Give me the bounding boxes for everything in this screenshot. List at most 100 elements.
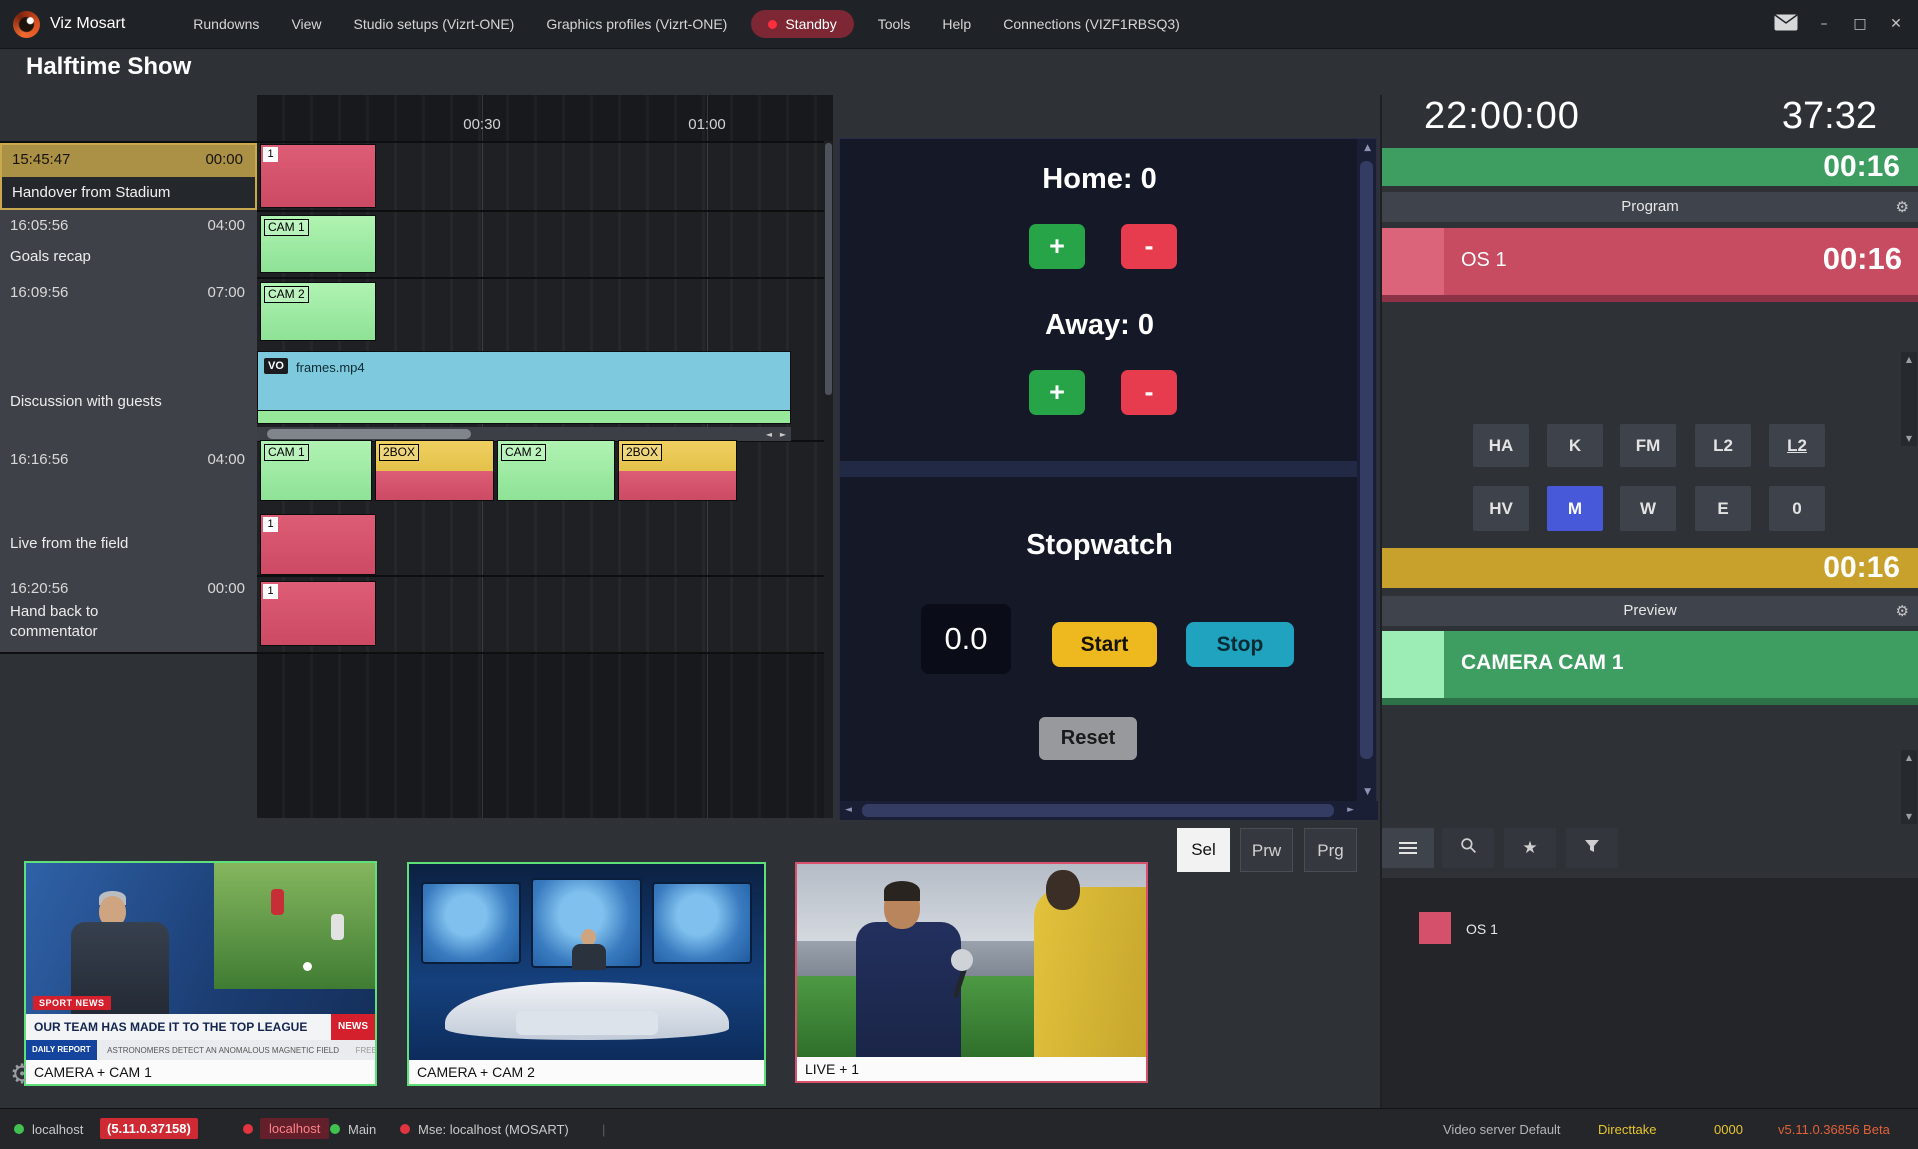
scrollbar-thumb[interactable] <box>267 429 471 439</box>
away-plus-button[interactable]: + <box>1029 370 1085 415</box>
keyer-button-l2-alt[interactable]: L2 <box>1769 424 1825 467</box>
messages-envelope-icon[interactable] <box>1774 14 1798 34</box>
tab-search[interactable] <box>1442 828 1494 868</box>
home-plus-button[interactable]: + <box>1029 224 1085 269</box>
monitor-tab-prw[interactable]: Prw <box>1240 828 1293 872</box>
menu-view[interactable]: View <box>275 9 337 39</box>
clip-take-1[interactable]: 1 <box>260 514 376 575</box>
interviewee-figure <box>856 922 961 1057</box>
scroll-left-icon[interactable]: ◄ <box>766 430 772 439</box>
clip-cam2[interactable]: CAM 2 <box>260 282 376 341</box>
clip-label: CAM 1 <box>264 444 309 461</box>
home-minus-button[interactable]: - <box>1121 224 1177 269</box>
host-badge: localhost <box>260 1118 329 1139</box>
program-source-label: OS 1 <box>1461 249 1507 272</box>
keyer-button-e[interactable]: E <box>1695 486 1751 531</box>
scroll-down-icon[interactable]: ▼ <box>1364 787 1371 797</box>
scroll-up-icon[interactable]: ▲ <box>1901 753 1917 762</box>
video-server-label: Video server Default <box>1443 1122 1561 1137</box>
clip-label: CAM 2 <box>501 444 546 461</box>
menu-rundowns[interactable]: Rundowns <box>177 9 275 39</box>
story-duration: 04:00 <box>207 451 245 468</box>
timeline-vertical-scrollbar[interactable] <box>824 141 833 818</box>
news-flag: NEWS <box>331 1014 375 1040</box>
keyer-button-k[interactable]: K <box>1547 424 1603 467</box>
statusbar-separator: | <box>602 1122 605 1137</box>
asset-list: OS 1 <box>1382 878 1918 1108</box>
clip-cam1[interactable]: CAM 1 <box>260 440 372 501</box>
asset-list-item[interactable]: OS 1 <box>1466 921 1498 937</box>
scroll-down-icon[interactable]: ▼ <box>1901 434 1917 443</box>
anchor-figure <box>572 944 606 970</box>
scrollbar-thumb[interactable] <box>862 804 1334 817</box>
monitor-tab-prg[interactable]: Prg <box>1304 828 1357 872</box>
interviewee-figure <box>884 881 920 901</box>
clip-take-1[interactable]: 1 <box>260 581 376 646</box>
monitor-tab-sel[interactable]: Sel <box>1177 828 1230 872</box>
tab-asset-list[interactable] <box>1382 828 1434 868</box>
menu-connections[interactable]: Connections (VIZF1RBSQ3) <box>987 9 1196 39</box>
minimize-button[interactable]: – <box>1814 16 1834 32</box>
clip-horizontal-scrollbar[interactable]: ◄ ► <box>257 427 791 441</box>
keyer-button-ha[interactable]: HA <box>1473 424 1529 467</box>
story-row-discussion[interactable]: 16:09:56 07:00 Discussion with guests <box>0 277 257 440</box>
panel-scrollbar[interactable]: ▲ ▼ <box>1901 352 1917 446</box>
clip-take-1[interactable]: 1 <box>260 144 376 208</box>
monitor-camera-cam1[interactable]: SPORT NEWS OUR TEAM HAS MADE IT TO THE T… <box>24 861 377 1086</box>
scroll-right-icon[interactable]: ► <box>780 430 786 439</box>
keyer-button-w[interactable]: W <box>1620 486 1676 531</box>
stopwatch-start-button[interactable]: Start <box>1052 622 1157 667</box>
scroll-right-icon[interactable]: ► <box>1347 805 1354 815</box>
clip-cam2[interactable]: CAM 2 <box>497 440 615 501</box>
standby-button[interactable]: Standby <box>751 10 853 38</box>
clip-2box[interactable]: 2BOX <box>375 440 494 501</box>
keyer-button-0[interactable]: 0 <box>1769 486 1825 531</box>
menu-graphics-profiles[interactable]: Graphics profiles (Vizrt-ONE) <box>530 9 743 39</box>
clip-label: CAM 1 <box>264 219 309 236</box>
story-title: Discussion with guests <box>10 393 162 410</box>
scroll-up-icon[interactable]: ▲ <box>1901 355 1917 364</box>
story-row-handover-selected[interactable]: 15:45:47 00:00 Handover from Stadium <box>0 143 257 210</box>
tab-favorites[interactable]: ★ <box>1504 828 1556 868</box>
clip-label: 2BOX <box>379 444 419 461</box>
clip-voiceover[interactable]: VO frames.mp4 <box>257 351 791 411</box>
monitor-live-1[interactable]: LIVE + 1 <box>795 862 1148 1083</box>
stopwatch-stop-button[interactable]: Stop <box>1186 622 1294 667</box>
program-settings-gear-icon[interactable]: ⚙ <box>1896 192 1909 222</box>
scroll-left-icon[interactable]: ◄ <box>845 805 852 815</box>
mse-label: Mse: localhost (MOSART) <box>418 1122 569 1137</box>
panel-vertical-scrollbar[interactable] <box>1357 139 1376 801</box>
scrollbar-thumb[interactable] <box>825 143 832 395</box>
clip-cam1[interactable]: CAM 1 <box>260 215 376 273</box>
menu-help[interactable]: Help <box>926 9 987 39</box>
story-row-goals-recap[interactable]: 16:05:56 04:00 Goals recap <box>0 210 257 277</box>
panel-scrollbar[interactable]: ▲ ▼ <box>1901 750 1917 824</box>
story-row-hand-back[interactable]: 16:20:56 00:00 Hand back to commentator <box>0 575 257 652</box>
panel-horizontal-scrollbar[interactable]: ◄ ► <box>840 801 1378 820</box>
close-button[interactable]: ✕ <box>1886 16 1906 32</box>
monitor-camera-cam2[interactable]: CAMERA + CAM 2 <box>407 862 766 1086</box>
maximize-button[interactable]: □ <box>1850 16 1870 32</box>
story-duration: 04:00 <box>207 217 245 234</box>
studio-screen <box>423 884 519 962</box>
preview-settings-gear-icon[interactable]: ⚙ <box>1896 596 1909 626</box>
away-minus-button[interactable]: - <box>1121 370 1177 415</box>
clip-2box[interactable]: 2BOX <box>618 440 737 501</box>
menu-studio-setups[interactable]: Studio setups (Vizrt-ONE) <box>338 9 531 39</box>
monitor-label: CAMERA + CAM 1 <box>26 1060 375 1084</box>
football <box>303 962 312 971</box>
connection-status-icon <box>400 1124 410 1134</box>
keyer-button-hv[interactable]: HV <box>1473 486 1529 531</box>
menu-tools[interactable]: Tools <box>862 9 927 39</box>
keyer-button-m-active[interactable]: M <box>1547 486 1603 531</box>
scroll-down-icon[interactable]: ▼ <box>1901 812 1917 821</box>
story-row-live-field[interactable]: 16:16:56 04:00 Live from the field <box>0 440 257 575</box>
scroll-up-icon[interactable]: ▲ <box>1364 143 1371 153</box>
tab-filter[interactable] <box>1566 828 1618 868</box>
scrollbar-thumb[interactable] <box>1360 161 1373 759</box>
keyer-button-fm[interactable]: FM <box>1620 424 1676 467</box>
stopwatch-reset-button[interactable]: Reset <box>1039 717 1137 760</box>
connection-status-icon <box>330 1124 340 1134</box>
keyer-button-l2[interactable]: L2 <box>1695 424 1751 467</box>
preview-source-label: CAMERA CAM 1 <box>1461 651 1624 675</box>
